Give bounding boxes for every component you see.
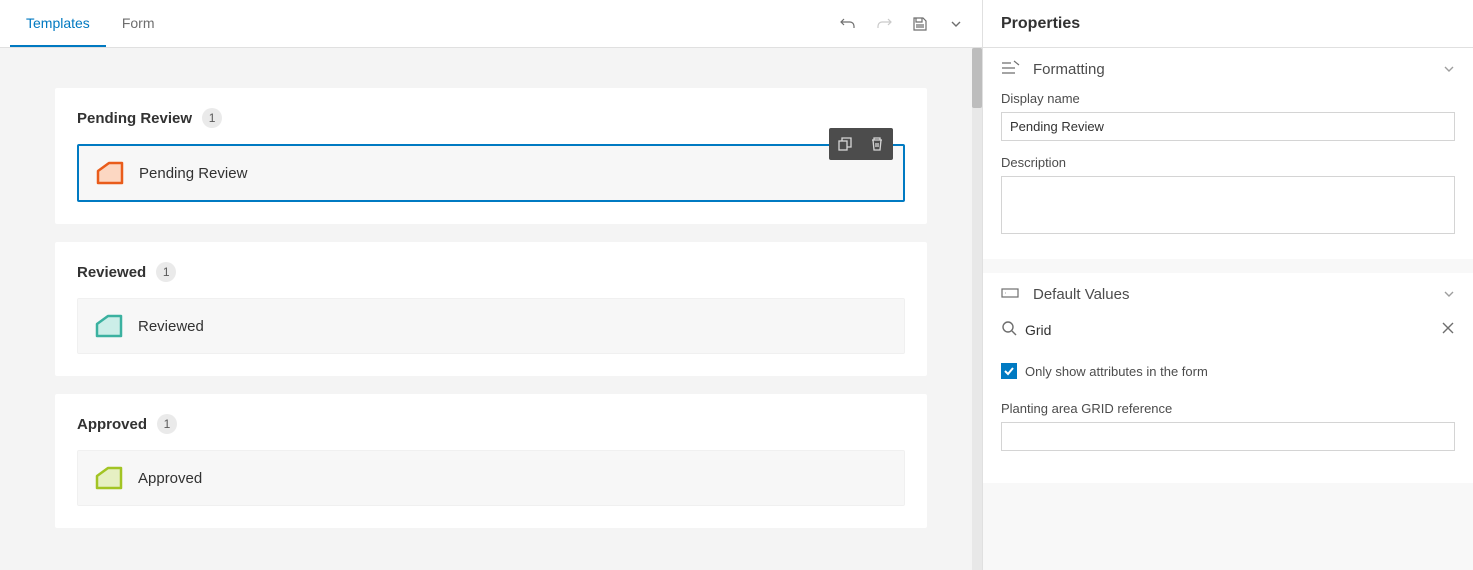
tab-form[interactable]: Form	[106, 0, 171, 47]
template-group: Reviewed 1 Reviewed	[55, 242, 927, 376]
template-group: Pending Review 1 Pending Review	[55, 88, 927, 224]
group-title: Pending Review	[77, 110, 192, 127]
template-group: Approved 1 Approved	[55, 394, 927, 528]
polygon-icon	[94, 313, 124, 339]
save-menu-chevron[interactable]	[940, 8, 972, 40]
delete-button[interactable]	[864, 131, 890, 157]
chevron-down-icon	[1443, 62, 1455, 78]
template-label: Approved	[138, 470, 202, 487]
default-values-icon	[1001, 285, 1021, 304]
default-values-title: Default Values	[1033, 286, 1431, 303]
group-count-badge: 1	[156, 262, 176, 282]
template-row[interactable]: Pending Review	[77, 144, 905, 202]
template-row[interactable]: Approved	[77, 450, 905, 506]
clear-search-button[interactable]	[1441, 321, 1455, 338]
display-name-label: Display name	[1001, 91, 1455, 106]
default-values-header[interactable]: Default Values	[983, 273, 1473, 316]
display-name-input[interactable]	[1001, 112, 1455, 141]
save-button[interactable]	[904, 8, 936, 40]
default-values-section: Default Values	[983, 273, 1473, 483]
redo-button[interactable]	[868, 8, 900, 40]
description-input[interactable]	[1001, 176, 1455, 234]
duplicate-button[interactable]	[832, 131, 858, 157]
group-header: Approved 1	[77, 414, 905, 434]
only-show-checkbox[interactable]	[1001, 363, 1017, 379]
main-panel: Templates Form Pending Review1Pending Re…	[0, 0, 983, 570]
top-actions	[832, 8, 972, 40]
top-bar: Templates Form	[0, 0, 982, 48]
default-values-body: Only show attributes in the form Plantin…	[983, 316, 1473, 483]
formatting-body: Display name Description	[983, 91, 1473, 259]
template-label: Pending Review	[139, 165, 247, 182]
chevron-down-icon	[1443, 287, 1455, 303]
template-label: Reviewed	[138, 318, 204, 335]
search-icon	[1001, 320, 1017, 339]
only-show-checkbox-row[interactable]: Only show attributes in the form	[1001, 363, 1455, 379]
group-header: Reviewed 1	[77, 262, 905, 282]
polygon-icon	[94, 465, 124, 491]
tab-templates[interactable]: Templates	[10, 0, 106, 47]
grid-field-label: Planting area GRID reference	[1001, 401, 1455, 416]
template-row-toolbar	[829, 128, 893, 160]
tabs: Templates Form	[10, 0, 170, 47]
attribute-search-row	[1001, 316, 1455, 349]
scrollbar-track[interactable]	[972, 48, 982, 570]
template-row[interactable]: Reviewed	[77, 298, 905, 354]
attribute-search-input[interactable]	[1025, 322, 1433, 338]
properties-content: Formatting Display name Description	[983, 48, 1473, 570]
formatting-icon	[1001, 60, 1021, 79]
grid-field-input[interactable]	[1001, 422, 1455, 451]
group-count-badge: 1	[202, 108, 222, 128]
polygon-icon	[95, 160, 125, 186]
scrollbar-thumb[interactable]	[972, 48, 982, 108]
group-title: Approved	[77, 416, 147, 433]
properties-panel: Properties Formatting Display name Descr…	[983, 0, 1473, 570]
group-header: Pending Review 1	[77, 108, 905, 128]
group-count-badge: 1	[157, 414, 177, 434]
description-label: Description	[1001, 155, 1455, 170]
formatting-section: Formatting Display name Description	[983, 48, 1473, 259]
formatting-header[interactable]: Formatting	[983, 48, 1473, 91]
undo-button[interactable]	[832, 8, 864, 40]
formatting-title: Formatting	[1033, 61, 1431, 78]
group-title: Reviewed	[77, 264, 146, 281]
only-show-label: Only show attributes in the form	[1025, 364, 1208, 379]
templates-canvas: Pending Review1Pending ReviewReviewed1Re…	[0, 48, 982, 570]
properties-title: Properties	[983, 0, 1473, 48]
